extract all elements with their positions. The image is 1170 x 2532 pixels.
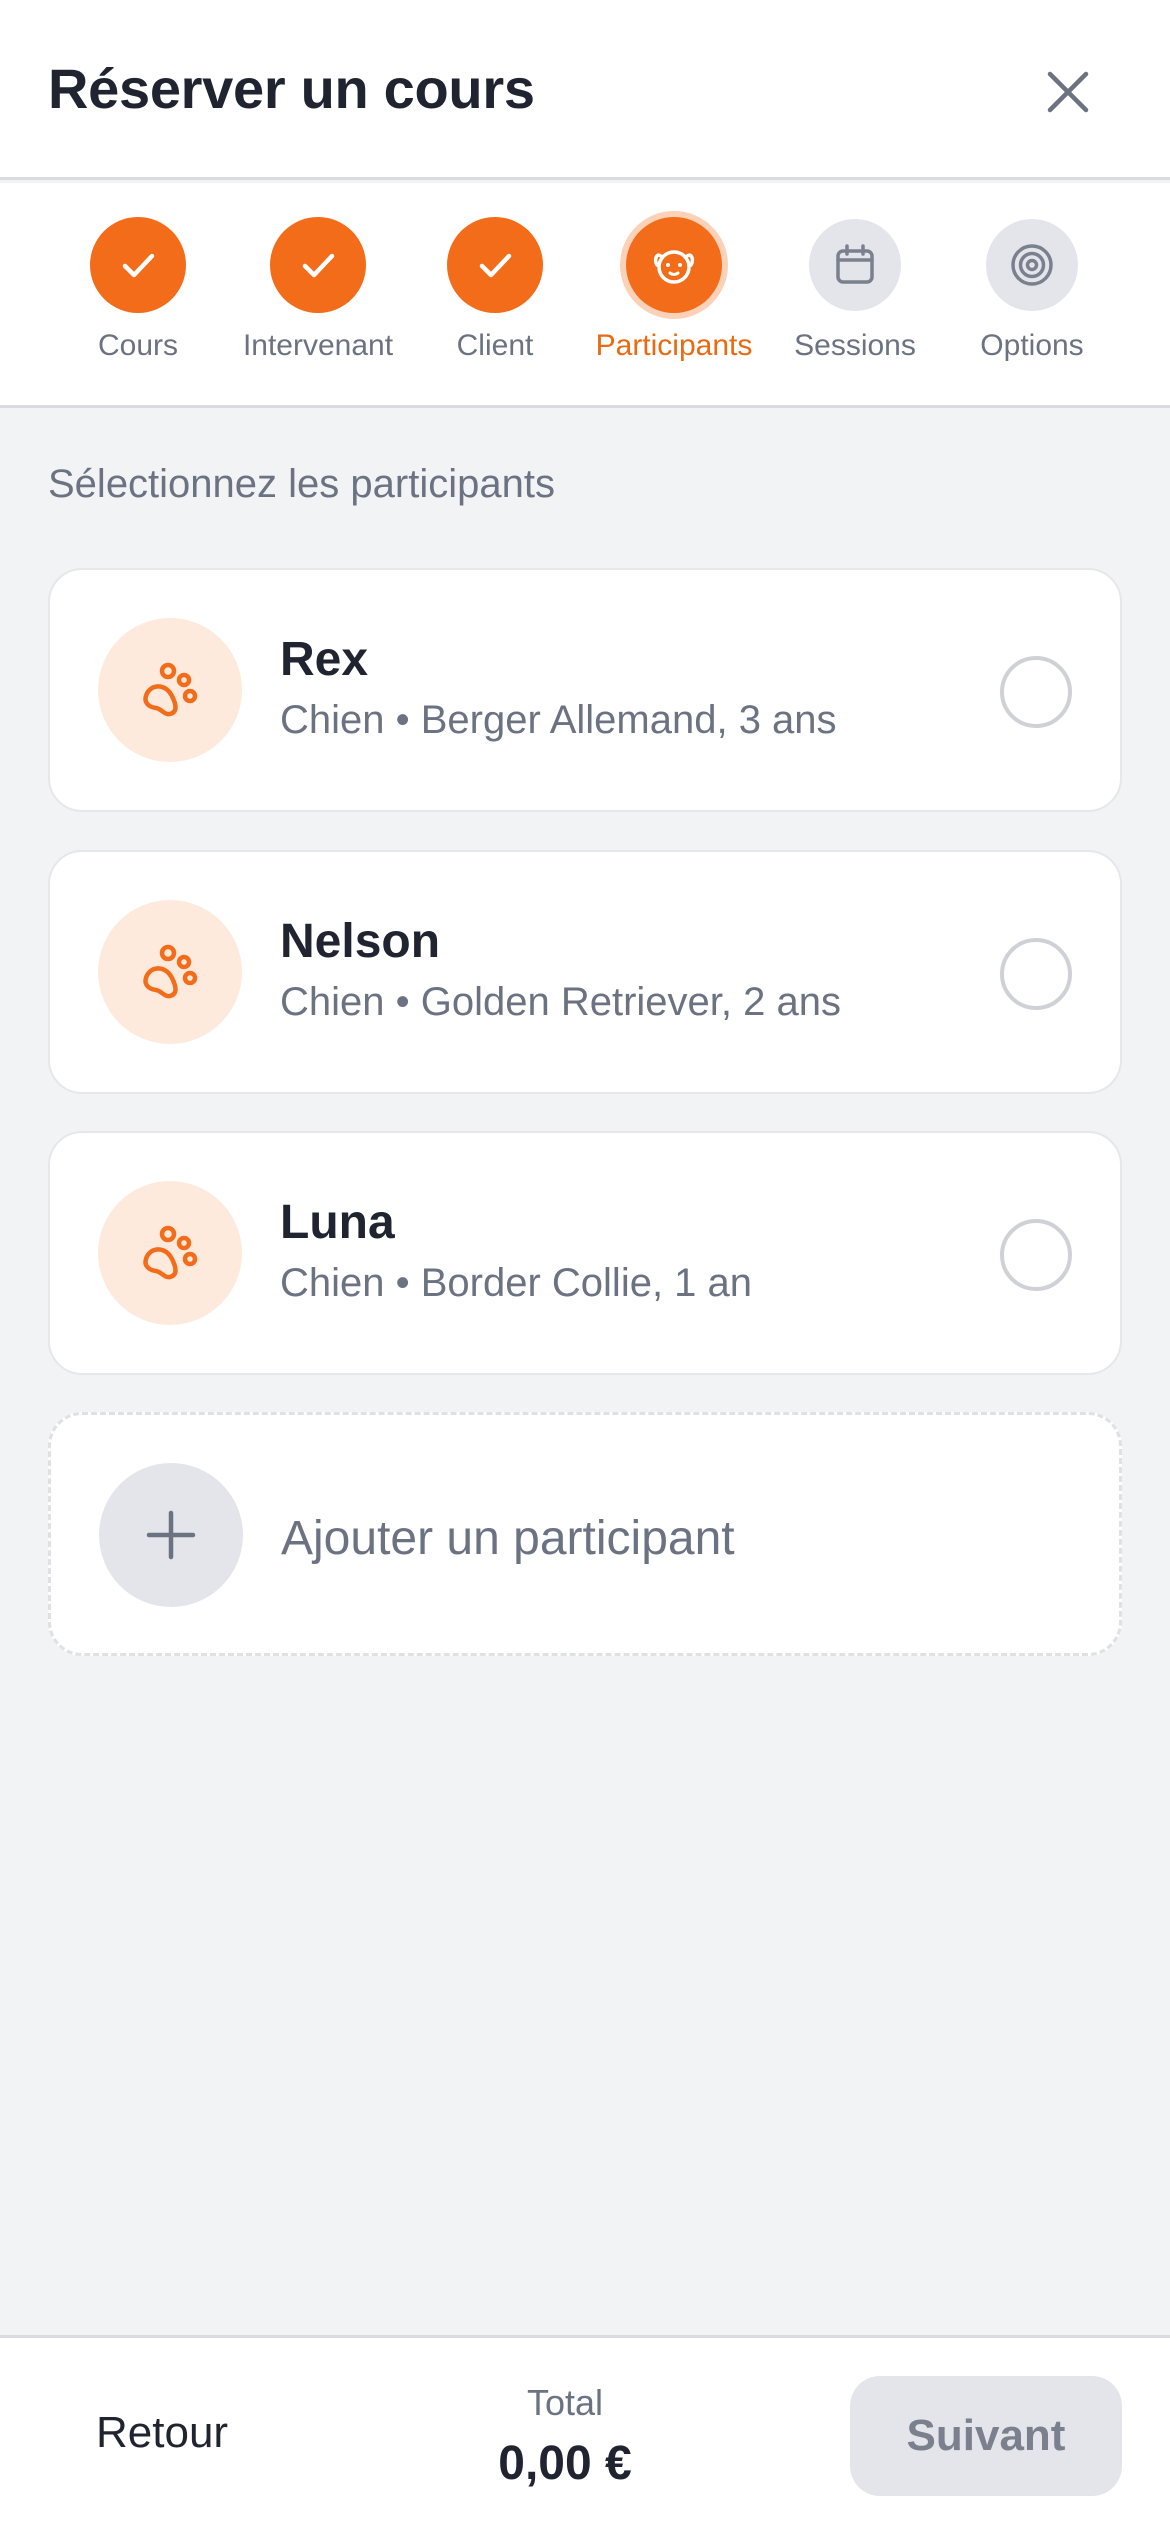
select-radio[interactable]	[1000, 1219, 1072, 1291]
plus-icon	[146, 1510, 196, 1560]
step-label: Intervenant	[242, 329, 394, 362]
target-icon	[1011, 244, 1053, 286]
step-intervenant[interactable]: Intervenant	[228, 217, 408, 363]
step-participants[interactable]: Participants	[584, 217, 764, 363]
add-participant-button[interactable]: Ajouter un participant	[48, 1412, 1122, 1656]
close-button[interactable]	[1036, 60, 1100, 124]
add-participant-label: Ajouter un participant	[281, 1512, 735, 1565]
add-avatar	[99, 1463, 243, 1607]
step-status-current	[626, 217, 722, 313]
participant-card-nelson[interactable]: Nelson Chien • Golden Retriever, 2 ans	[48, 850, 1122, 1094]
participant-card-rex[interactable]: Rex Chien • Berger Allemand, 3 ans	[48, 568, 1122, 812]
pet-description: Chien • Golden Retriever, 2 ans	[280, 980, 841, 1024]
header: Réserver un cours	[0, 0, 1170, 180]
step-label: Sessions	[794, 329, 916, 362]
step-label: Participants	[595, 329, 753, 362]
step-status-done	[90, 217, 186, 313]
pet-description: Chien • Border Collie, 1 an	[280, 1261, 753, 1305]
step-status-done	[447, 217, 543, 313]
check-icon	[479, 253, 512, 278]
pet-avatar	[98, 618, 242, 762]
step-cours[interactable]: Cours	[48, 217, 228, 363]
step-label: Options	[980, 329, 1084, 362]
pet-name: Luna	[280, 1196, 395, 1249]
step-options[interactable]: Options	[942, 217, 1122, 363]
step-label: Cours	[97, 329, 179, 362]
check-icon	[302, 253, 335, 278]
check-icon	[122, 253, 155, 278]
select-radio[interactable]	[1000, 656, 1072, 728]
step-indicator: Cours Intervenant Client Participants Se…	[0, 183, 1170, 408]
step-sessions[interactable]: Sessions	[765, 217, 945, 363]
paw-icon	[143, 944, 198, 999]
select-radio[interactable]	[1000, 938, 1072, 1010]
paw-icon	[143, 662, 198, 717]
pet-avatar	[98, 1181, 242, 1325]
calendar-icon	[836, 244, 874, 284]
section-title: Sélectionnez les participants	[48, 462, 555, 506]
participant-card-luna[interactable]: Luna Chien • Border Collie, 1 an	[48, 1131, 1122, 1375]
pet-avatar	[98, 900, 242, 1044]
next-button[interactable]: Suivant	[850, 2376, 1122, 2496]
step-client[interactable]: Client	[405, 217, 585, 363]
step-status-done	[270, 217, 366, 313]
paw-icon	[143, 1225, 198, 1280]
step-status-todo	[986, 219, 1078, 311]
step-label: Client	[456, 329, 534, 362]
pet-name: Nelson	[280, 915, 441, 968]
pet-description: Chien • Berger Allemand, 3 ans	[280, 698, 837, 742]
page-title: Réserver un cours	[48, 57, 535, 120]
close-icon	[1047, 71, 1089, 113]
pet-name: Rex	[280, 633, 369, 686]
footer-bar: Retour Total 0,00 € Suivant	[0, 2335, 1170, 2532]
dog-face-icon	[653, 250, 695, 284]
step-status-todo	[809, 219, 901, 311]
